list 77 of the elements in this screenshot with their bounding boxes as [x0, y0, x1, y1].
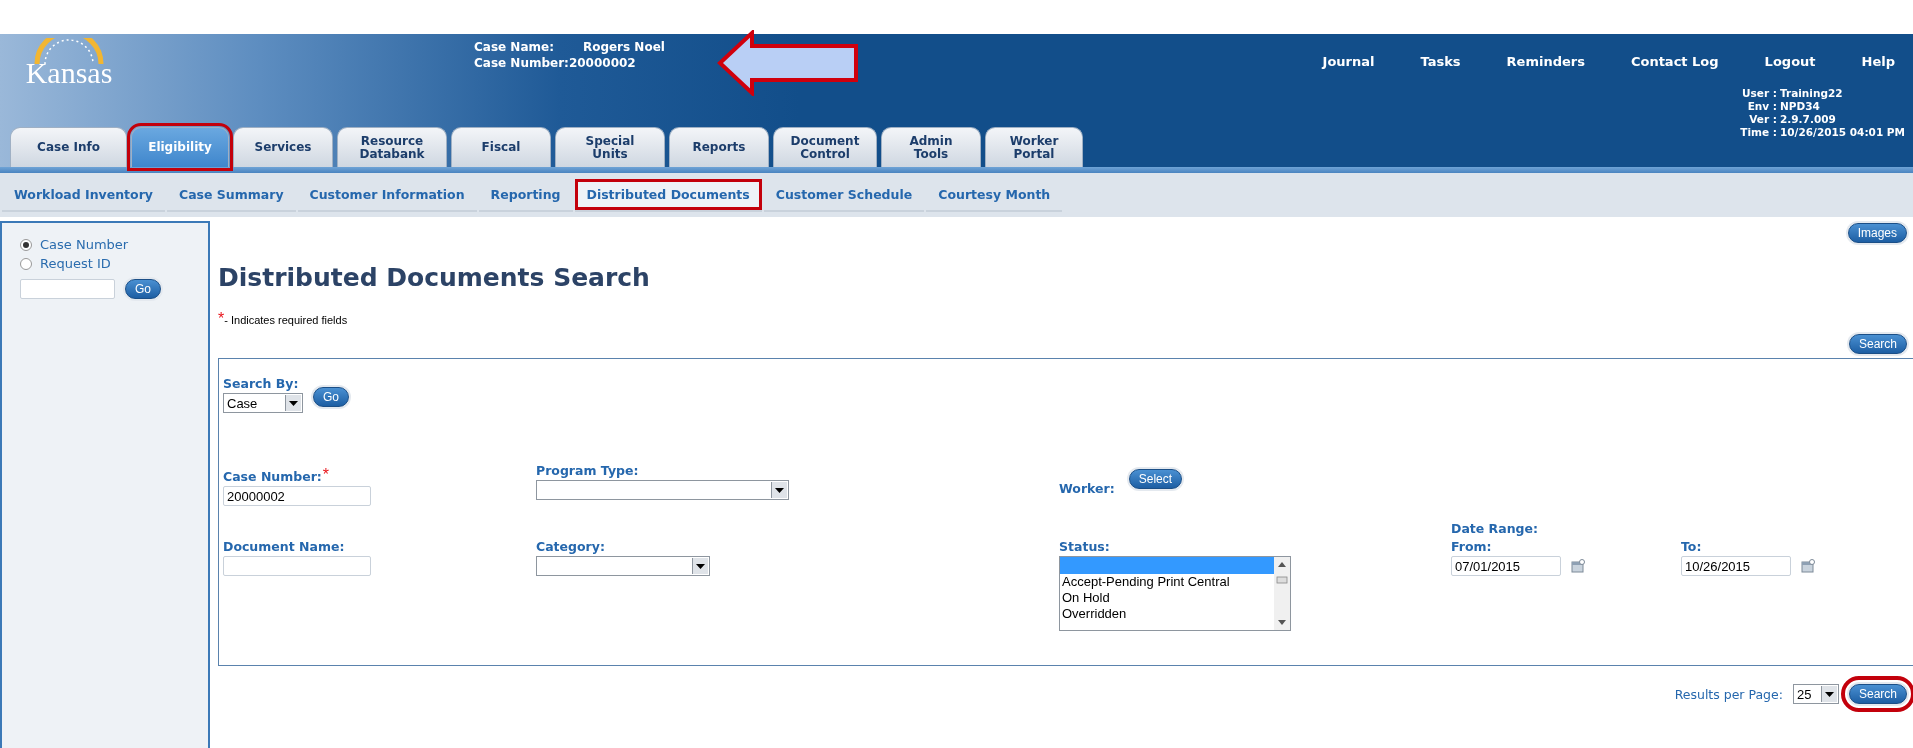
document-name-input[interactable]: [223, 556, 371, 576]
session-value: 10/26/2015 04:01 PM: [1780, 126, 1905, 139]
search-by-dropdown[interactable]: Case: [223, 393, 303, 413]
sub-nav-link[interactable]: Reporting: [478, 178, 573, 212]
page-title: Distributed Documents Search: [218, 263, 651, 292]
field-label: From:: [1451, 539, 1492, 554]
results-per-page-label: Results per Page:: [1674, 686, 1783, 702]
status-option[interactable]: Overridden: [1060, 606, 1274, 622]
scrollbar-icon[interactable]: [1274, 557, 1290, 630]
nav-tab[interactable]: Fiscal: [451, 127, 551, 167]
session-label: Env :: [1746, 100, 1777, 113]
select-button[interactable]: Select: [1128, 469, 1183, 489]
sub-nav-link[interactable]: Case Summary: [166, 178, 296, 212]
field-label: Document Name:: [223, 539, 345, 554]
dropdown-caret-icon: [285, 395, 301, 411]
nav-tab[interactable]: Resource Databank: [337, 127, 447, 167]
dropdown-caret-icon: [1820, 686, 1837, 702]
nav-tab[interactable]: Worker Portal: [985, 127, 1083, 167]
session-label: User :: [1741, 87, 1777, 100]
nav-tab[interactable]: Document Control: [773, 127, 877, 167]
status-option[interactable]: On Hold: [1060, 590, 1274, 606]
session-value: Training22: [1780, 87, 1844, 100]
case-number-value: 20000002: [568, 56, 637, 70]
status-option[interactable]: Accept-Pending Print Central: [1060, 574, 1274, 590]
field-label: Case Number:: [223, 469, 322, 484]
field-label: To:: [1681, 539, 1702, 554]
case-number-label: Case Number:: [474, 56, 569, 70]
session-label: Ver :: [1748, 113, 1777, 126]
lookup-input-field[interactable]: [20, 279, 115, 299]
dropdown-caret-icon: [692, 558, 708, 574]
nav-tab[interactable]: Reports: [669, 127, 769, 167]
nav-tab[interactable]: Special Units: [555, 127, 665, 167]
field-label: Search By:: [223, 376, 299, 391]
header-link[interactable]: Logout: [1764, 54, 1816, 69]
search-type-radio[interactable]: Request ID: [20, 256, 208, 271]
case-number-input[interactable]: 20000002: [223, 486, 371, 506]
sub-nav-link[interactable]: Courtesy Month: [926, 178, 1063, 212]
from-date-input[interactable]: 07/01/2015: [1451, 556, 1561, 576]
case-name-value: Rogers Noel: [582, 40, 665, 54]
session-value: 2.9.7.009: [1780, 113, 1837, 126]
images-button[interactable]: Images: [1847, 223, 1907, 243]
sub-nav-link[interactable]: Workload Inventory: [2, 178, 165, 212]
field-label: Worker:: [1059, 481, 1115, 496]
header-link[interactable]: Journal: [1322, 54, 1375, 69]
field-label: Category:: [536, 539, 605, 554]
field-label: Program Type:: [536, 463, 639, 478]
header-link[interactable]: Tasks: [1420, 54, 1461, 69]
to-date-input[interactable]: 10/26/2015: [1681, 556, 1791, 576]
field-label: Date Range:: [1451, 521, 1539, 538]
go-button[interactable]: Go: [125, 279, 161, 299]
search-type-radio[interactable]: Case Number: [20, 237, 208, 252]
required-mark: *: [322, 469, 330, 481]
program-type-dropdown[interactable]: [536, 480, 789, 500]
sub-nav-link[interactable]: Customer Information: [297, 178, 477, 212]
nav-tab[interactable]: Services: [233, 127, 333, 167]
header-link[interactable]: Reminders: [1506, 54, 1585, 69]
required-mark: *: [218, 314, 225, 324]
header-link[interactable]: Help: [1861, 54, 1895, 69]
session-label: Time :: [1740, 126, 1777, 139]
header-link[interactable]: Contact Log: [1630, 54, 1719, 69]
search-button[interactable]: Search: [1848, 334, 1907, 354]
sub-nav-link[interactable]: Distributed Documents: [574, 178, 762, 212]
case-name-label: Case Name:: [474, 40, 555, 54]
calendar-icon[interactable]: [1571, 559, 1585, 573]
category-dropdown[interactable]: [536, 556, 710, 576]
results-per-page-dropdown[interactable]: 25: [1792, 684, 1839, 704]
required-fields-note: - Indicates required fields: [224, 314, 348, 326]
session-value: NPD34: [1780, 100, 1821, 113]
field-label: Status:: [1059, 539, 1110, 554]
status-listbox[interactable]: Accept-Pending Print Central On Hold Overridden: [1059, 556, 1291, 631]
nav-tab[interactable]: Admin Tools: [881, 127, 981, 167]
dropdown-caret-icon: [771, 482, 787, 498]
logo-text: Kansas: [25, 58, 113, 88]
sub-nav-link[interactable]: Customer Schedule: [763, 178, 925, 212]
nav-tab[interactable]: Case Info: [10, 127, 127, 167]
go-button[interactable]: Go: [313, 387, 349, 407]
calendar-icon[interactable]: [1801, 559, 1815, 573]
